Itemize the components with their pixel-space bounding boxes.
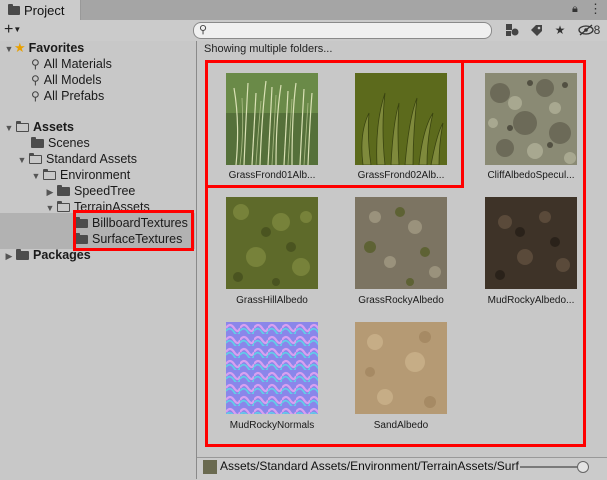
type-filter-button[interactable] [500,21,524,39]
chevron-right-icon[interactable]: ▶ [45,184,55,200]
search-icon: ⚲ [31,57,40,71]
folder-icon [31,137,44,148]
folder-icon [8,3,20,15]
folder-open-icon [15,121,29,132]
chevron-down-icon: ▼ [13,25,22,34]
folder-icon [57,185,70,196]
tree-item-label: Scenes [48,136,90,150]
folder-icon [16,249,29,260]
search-input[interactable] [210,24,480,38]
tree-item-label: All Materials [43,57,112,71]
shapes-icon [506,24,519,36]
annotation-highlight-box [205,60,464,188]
tree-item-all-models[interactable]: ⚲ All Models [31,72,101,88]
chevron-down-icon[interactable]: ▼ [4,41,14,57]
folder-open-icon [56,201,70,212]
tree-item-all-materials[interactable]: ⚲ All Materials [31,56,112,72]
chevron-down-icon[interactable]: ▼ [4,120,14,136]
star-icon: ★ [554,23,566,37]
tree-item-label: Assets [33,120,74,134]
eye-slash-icon [578,24,594,36]
chevron-down-icon[interactable]: ▼ [45,200,55,216]
tree-item-environment[interactable]: ▼ Environment [31,167,131,184]
tree-item-assets[interactable]: ▼ Assets [4,119,74,135]
tree-item-label: All Prefabs [43,89,105,103]
chevron-down-icon[interactable]: ▼ [17,152,27,168]
search-icon: ⚲ [31,89,40,103]
create-button[interactable]: +▼ [4,21,34,39]
folder-open-icon [28,153,42,164]
zoom-slider-handle[interactable] [577,461,589,473]
hidden-packages-button[interactable]: 8 [573,21,605,39]
tree-item-standard-assets[interactable]: ▼ Standard Assets [17,151,138,168]
tag-icon [530,24,542,36]
search-icon: ⚲ [199,24,208,36]
tree-item-scenes[interactable]: Scenes [29,135,90,151]
tree-item-favorites[interactable]: ▼★ Favorites [4,40,85,57]
tree-item-speedtree[interactable]: ▶ SpeedTree [45,183,136,200]
folder-open-icon [42,169,56,180]
search-icon: ⚲ [31,73,40,87]
tree-item-label: Standard Assets [46,152,138,166]
star-icon: ★ [14,40,26,55]
lock-icon[interactable]: 🔒︎ [572,3,578,16]
tab-project[interactable]: Project [0,0,81,20]
label-filter-button[interactable] [524,21,548,39]
status-text: Showing multiple folders... [204,43,333,55]
tab-bar [0,0,607,20]
annotation-highlight-box [73,210,194,251]
asset-path[interactable]: Assets/Standard Assets/Environment/Terra… [220,459,519,473]
tree-item-label: Favorites [28,41,85,55]
chevron-down-icon[interactable]: ▼ [31,168,41,184]
chevron-right-icon[interactable]: ▶ [4,248,14,264]
tree-item-label: All Models [43,73,102,87]
tree-item-all-prefabs[interactable]: ⚲ All Prefabs [31,88,104,104]
scroll-indicator [600,398,607,448]
texture-icon [203,460,217,474]
plus-icon: + [4,21,14,39]
tree-item-label: SpeedTree [74,184,136,198]
zoom-slider[interactable] [520,466,584,468]
hidden-count: 8 [593,23,601,37]
search-field[interactable] [193,22,492,39]
tab-label: Project [24,2,65,18]
menu-icon[interactable]: ⋮ [589,1,602,17]
tree-item-label: Environment [60,168,131,182]
star-filter-button[interactable]: ★ [548,21,572,39]
